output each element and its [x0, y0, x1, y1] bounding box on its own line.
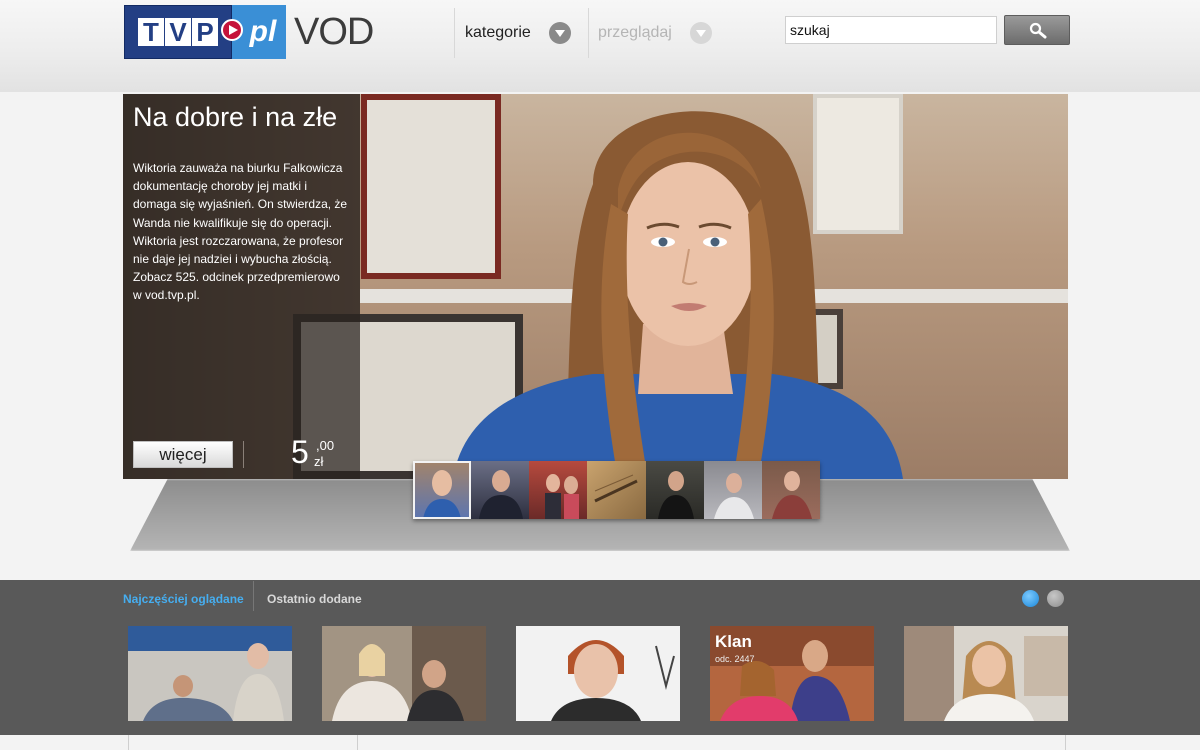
tab-divider — [253, 581, 254, 611]
video-thumbnail-image — [904, 626, 1068, 721]
nav-przegladaj[interactable]: przeglądaj — [598, 22, 712, 44]
nav-kategorie[interactable]: kategorie — [465, 22, 571, 44]
video-card-subtitle: odc. 2447 — [715, 654, 755, 664]
more-button[interactable]: więcej — [133, 441, 233, 468]
video-card[interactable] — [128, 626, 292, 721]
tvp-logo-mark: T V P — [124, 5, 232, 59]
tvp-logo-letters: T V P — [138, 17, 218, 47]
footer-divider — [128, 735, 129, 750]
nav-przegladaj-label: przeglądaj — [598, 24, 672, 41]
search-button[interactable] — [1004, 15, 1070, 45]
video-card-title: Klan — [715, 632, 752, 651]
tvp-vod-logo[interactable]: T V P pl VOD — [124, 5, 374, 59]
search-input[interactable] — [785, 16, 997, 44]
video-thumbnail-image — [516, 626, 680, 721]
video-list-section: Najczęściej oglądane Ostatnio dodane Kla… — [0, 580, 1200, 735]
pager-dot-2[interactable] — [1047, 590, 1064, 607]
thumbnail-image — [594, 474, 639, 503]
video-card[interactable] — [516, 626, 680, 721]
hero-info-panel: Na dobre i na złe Wiktoria zauważa na bi… — [123, 94, 360, 479]
tab-recently-added[interactable]: Ostatnio dodane — [267, 592, 362, 606]
tvp-logo-letter-p: P — [192, 17, 218, 47]
chevron-down-icon — [548, 22, 571, 44]
hero-banner[interactable]: Na dobre i na złe Wiktoria zauważa na bi… — [123, 94, 1068, 479]
play-icon — [221, 19, 243, 41]
video-thumbnail-image — [128, 626, 292, 721]
pager-dot-1[interactable] — [1022, 590, 1039, 607]
hero-thumbnail[interactable] — [587, 461, 646, 519]
thumbnail-image — [771, 471, 812, 519]
thumbnail-image — [479, 470, 524, 519]
footer-divider — [1065, 735, 1066, 750]
vod-logo-text: VOD — [294, 10, 374, 53]
video-card[interactable] — [904, 626, 1068, 721]
thumbnail-image — [423, 470, 461, 519]
footer-divider — [357, 735, 358, 750]
hero-thumbnail[interactable] — [761, 461, 820, 519]
hero-thumbnail-strip — [413, 461, 820, 519]
hero-title[interactable]: Na dobre i na złe — [133, 102, 337, 133]
hero-thumbnail[interactable] — [413, 461, 472, 519]
price-integer: 5 — [291, 434, 309, 470]
price-divider — [243, 441, 244, 468]
hero-actress-image — [453, 111, 903, 479]
thumbnail-image — [657, 471, 694, 519]
video-thumbnail-image — [322, 626, 486, 721]
nav-kategorie-label: kategorie — [465, 24, 531, 41]
tab-most-watched[interactable]: Najczęściej oglądane — [123, 592, 244, 606]
nav-divider — [454, 8, 455, 58]
hero-thumbnail[interactable] — [471, 461, 530, 519]
thumbnail-image — [713, 473, 754, 519]
tvp-logo-letter-v: V — [165, 17, 191, 47]
price-currency: zł — [314, 454, 324, 469]
header: T V P pl VOD kategorie przeglądaj — [0, 0, 1200, 92]
hero-thumbnail[interactable] — [703, 461, 762, 519]
footer-strip — [0, 735, 1200, 750]
hero-description: Wiktoria zauważa na biurku Falkowicza do… — [133, 161, 348, 303]
thumbnail-image — [545, 474, 580, 519]
hero-thumbnail[interactable] — [645, 461, 704, 519]
video-card[interactable] — [322, 626, 486, 721]
chevron-down-icon — [689, 22, 712, 44]
hero-thumbnail[interactable] — [529, 461, 588, 519]
nav-divider — [588, 8, 589, 58]
price-decimal: ,00 — [316, 438, 335, 453]
video-card[interactable]: Klan odc. 2447 — [710, 626, 874, 721]
tvp-logo-letter-t: T — [138, 17, 164, 47]
search-icon — [1029, 22, 1047, 39]
